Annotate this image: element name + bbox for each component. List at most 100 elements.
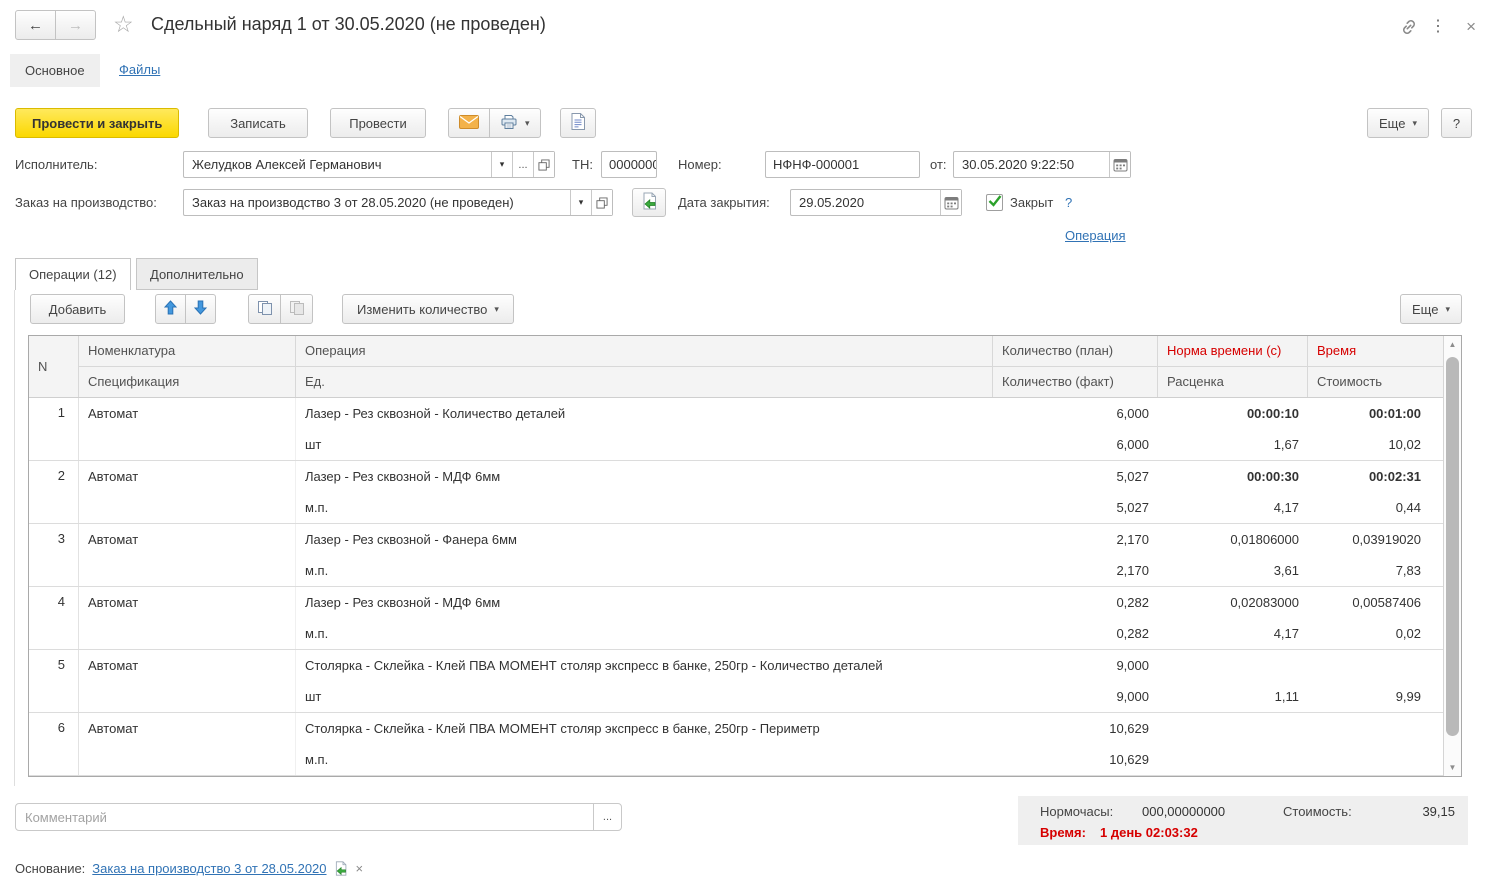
comment-input[interactable] bbox=[15, 803, 594, 831]
cell-rate: 4,17 bbox=[1158, 492, 1308, 523]
paste-rows-button[interactable] bbox=[280, 294, 313, 324]
col-header-time[interactable]: Время bbox=[1308, 336, 1443, 366]
toolbar-more-button[interactable]: Еще ▾ bbox=[1367, 108, 1429, 138]
cell-rate: 1,11 bbox=[1158, 681, 1308, 712]
tab-additional[interactable]: Дополнительно bbox=[136, 258, 258, 290]
cell-specification bbox=[79, 555, 296, 586]
basis-label: Основание: bbox=[15, 861, 85, 876]
tab-main[interactable]: Основное bbox=[10, 54, 100, 87]
cell-unit: м.п. bbox=[296, 618, 993, 649]
date-input[interactable]: 30.05.2020 9:22:50 bbox=[953, 151, 1131, 178]
tn-input[interactable]: 0000000 bbox=[601, 151, 657, 178]
operation-link[interactable]: Операция bbox=[1065, 228, 1126, 243]
cell-qty-plan: 2,170 bbox=[993, 524, 1158, 555]
move-down-button[interactable] bbox=[185, 294, 216, 324]
cell-specification bbox=[79, 429, 296, 460]
closed-checkbox[interactable] bbox=[986, 194, 1003, 211]
basis-clear-icon[interactable]: × bbox=[356, 861, 364, 876]
cell-norm-time: 0,02083000 bbox=[1158, 587, 1308, 618]
col-header-spec[interactable]: Спецификация bbox=[79, 367, 296, 397]
row-line-plan: АвтоматЛазер - Рез сквозной - Фанера 6мм… bbox=[79, 524, 1443, 555]
send-print-group: ▾ bbox=[448, 108, 541, 138]
vertical-scrollbar[interactable]: ▲ ▼ bbox=[1443, 336, 1461, 776]
scroll-up-icon[interactable]: ▲ bbox=[1444, 340, 1461, 349]
write-button[interactable]: Записать bbox=[208, 108, 308, 138]
row-line-fact: м.п.5,0274,170,44 bbox=[79, 492, 1443, 523]
get-link-icon[interactable] bbox=[1399, 17, 1419, 40]
favorite-star-icon[interactable]: ☆ bbox=[113, 13, 134, 36]
copy-rows-button[interactable] bbox=[248, 294, 281, 324]
closed-help-link[interactable]: ? bbox=[1065, 195, 1072, 210]
executor-dropdown-icon[interactable]: ▾ bbox=[491, 152, 512, 177]
close-date-calendar-icon[interactable] bbox=[940, 190, 961, 215]
row-line-plan: АвтоматЛазер - Рез сквозной - МДФ 6мм5,0… bbox=[79, 461, 1443, 492]
comment-expand-button[interactable]: ... bbox=[593, 803, 622, 831]
col-header-cost[interactable]: Стоимость bbox=[1308, 367, 1443, 397]
executor-label: Исполнитель: bbox=[15, 151, 97, 178]
tab-operations[interactable]: Операции (12) bbox=[15, 258, 131, 290]
basis-document-icon[interactable] bbox=[333, 861, 348, 876]
col-header-unit[interactable]: Ед. bbox=[296, 367, 993, 397]
close-date-input[interactable]: 29.05.2020 bbox=[790, 189, 962, 216]
col-header-qty-plan[interactable]: Количество (план) bbox=[993, 336, 1158, 366]
tab-files[interactable]: Файлы bbox=[119, 62, 160, 77]
more-menu-icon[interactable]: ⋮ bbox=[1430, 19, 1446, 35]
production-order-input[interactable]: Заказ на производство 3 от 28.05.2020 (н… bbox=[183, 189, 613, 216]
cell-qty-plan: 6,000 bbox=[993, 398, 1158, 429]
scroll-down-icon[interactable]: ▼ bbox=[1444, 763, 1461, 772]
date-calendar-icon[interactable] bbox=[1109, 152, 1130, 177]
envelope-icon bbox=[459, 115, 479, 132]
table-row[interactable]: 3АвтоматЛазер - Рез сквозной - Фанера 6м… bbox=[29, 524, 1443, 587]
col-header-n[interactable]: N bbox=[29, 336, 79, 397]
report-document-icon bbox=[571, 113, 585, 133]
add-row-button[interactable]: Добавить bbox=[30, 294, 125, 324]
col-header-operation[interactable]: Операция bbox=[296, 336, 993, 366]
print-caret-icon: ▾ bbox=[525, 118, 530, 129]
row-line-fact: м.п.0,2824,170,02 bbox=[79, 618, 1443, 649]
cell-qty-plan: 10,629 bbox=[993, 713, 1158, 744]
cell-qty-fact: 0,282 bbox=[993, 618, 1158, 649]
print-button[interactable]: ▾ bbox=[489, 108, 541, 138]
cell-cost bbox=[1308, 744, 1443, 775]
table-more-button[interactable]: Еще ▾ bbox=[1400, 294, 1462, 324]
close-icon[interactable]: × bbox=[1466, 18, 1476, 35]
help-button[interactable]: ? bbox=[1441, 108, 1472, 138]
forward-button[interactable]: → bbox=[55, 10, 96, 40]
back-button[interactable]: ← bbox=[15, 10, 56, 40]
change-quantity-button[interactable]: Изменить количество ▾ bbox=[342, 294, 514, 324]
basis-row: Основание: Заказ на производство 3 от 28… bbox=[15, 861, 363, 876]
scrollbar-thumb[interactable] bbox=[1446, 357, 1459, 736]
refill-document-icon bbox=[640, 192, 658, 213]
refill-from-order-button[interactable] bbox=[632, 188, 666, 217]
post-button[interactable]: Провести bbox=[330, 108, 426, 138]
move-up-button[interactable] bbox=[155, 294, 186, 324]
cell-qty-fact: 6,000 bbox=[993, 429, 1158, 460]
production-order-open-icon[interactable] bbox=[591, 190, 612, 215]
executor-open-icon[interactable] bbox=[533, 152, 554, 177]
executor-input[interactable]: Желудков Алексей Германович ▾ ... bbox=[183, 151, 555, 178]
table-row[interactable]: 6АвтоматСтолярка - Склейка - Клей ПВА МО… bbox=[29, 713, 1443, 776]
table-row[interactable]: 1АвтоматЛазер - Рез сквозной - Количеств… bbox=[29, 398, 1443, 461]
col-header-rate[interactable]: Расценка bbox=[1158, 367, 1308, 397]
col-header-qty-fact[interactable]: Количество (факт) bbox=[993, 367, 1158, 397]
col-header-nomenclature[interactable]: Номенклатура bbox=[79, 336, 296, 366]
cell-time bbox=[1308, 713, 1443, 744]
executor-choose-button[interactable]: ... bbox=[512, 152, 533, 177]
table-row[interactable]: 4АвтоматЛазер - Рез сквозной - МДФ 6мм0,… bbox=[29, 587, 1443, 650]
table-row[interactable]: 2АвтоматЛазер - Рез сквозной - МДФ 6мм5,… bbox=[29, 461, 1443, 524]
post-and-close-button[interactable]: Провести и закрыть bbox=[15, 108, 179, 138]
cell-time: 0,03919020 bbox=[1308, 524, 1443, 555]
send-email-button[interactable] bbox=[448, 108, 490, 138]
reports-button[interactable] bbox=[560, 108, 596, 138]
cell-qty-fact: 2,170 bbox=[993, 555, 1158, 586]
row-columns: АвтоматСтолярка - Склейка - Клей ПВА МОМ… bbox=[79, 713, 1443, 775]
printer-icon bbox=[500, 114, 518, 133]
number-input[interactable]: НФНФ-000001 bbox=[765, 151, 920, 178]
copy-icon bbox=[257, 300, 273, 319]
col-header-norm-time[interactable]: Норма времени (с) bbox=[1158, 336, 1308, 366]
table-row[interactable]: 5АвтоматСтолярка - Склейка - Клей ПВА МО… bbox=[29, 650, 1443, 713]
production-order-dropdown-icon[interactable]: ▾ bbox=[570, 190, 591, 215]
cell-qty-plan: 0,282 bbox=[993, 587, 1158, 618]
basis-link[interactable]: Заказ на производство 3 от 28.05.2020 bbox=[92, 861, 326, 876]
cell-cost: 9,99 bbox=[1308, 681, 1443, 712]
